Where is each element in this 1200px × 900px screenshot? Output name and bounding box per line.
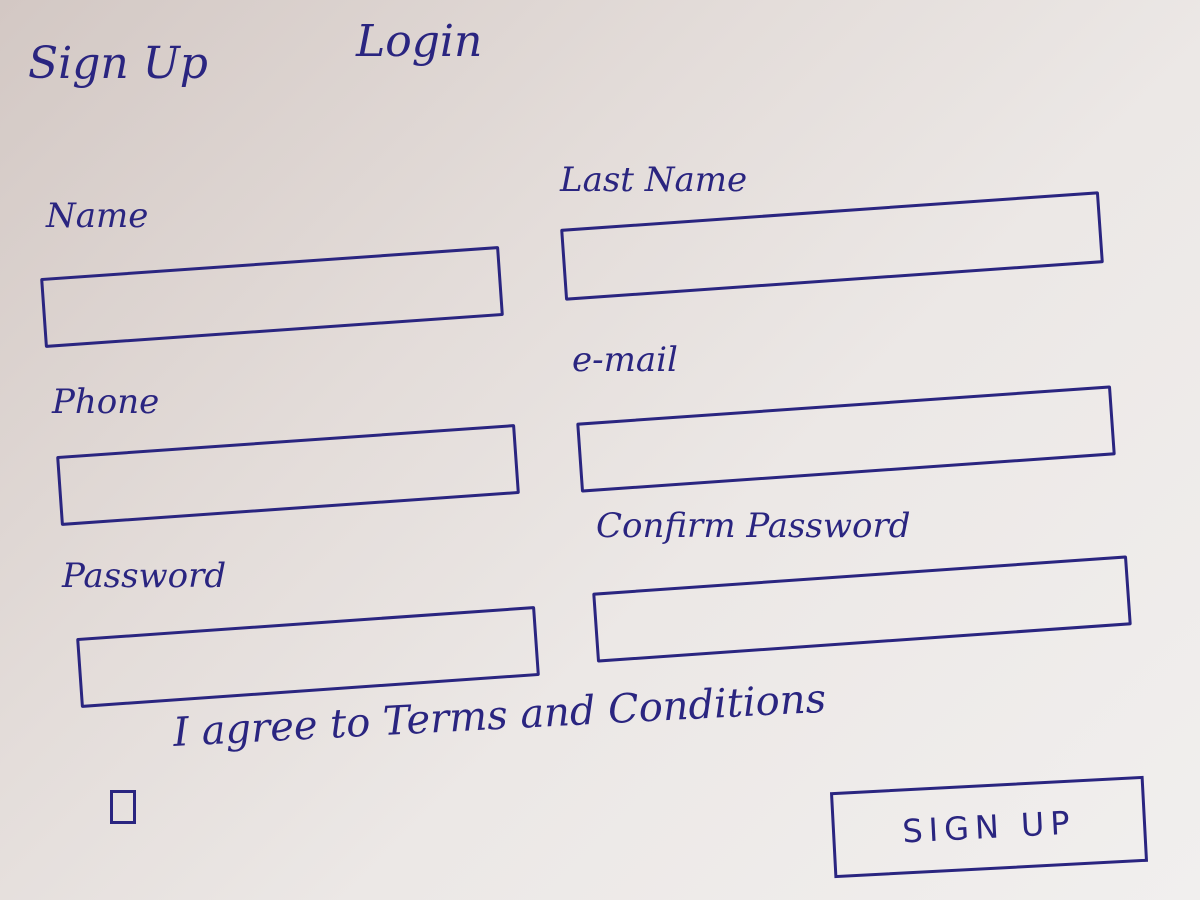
phone-field[interactable] [56, 424, 520, 526]
email-field[interactable] [576, 385, 1116, 493]
password-label: Password [62, 556, 227, 596]
last-name-label: Last Name [560, 160, 748, 200]
phone-label: Phone [52, 382, 160, 422]
sign-up-button[interactable]: SIGN UP [829, 775, 1149, 879]
email-label: e-mail [572, 340, 678, 380]
name-label: Name [46, 196, 149, 236]
confirm-password-label: Confirm Password [596, 506, 911, 546]
password-field[interactable] [76, 606, 540, 708]
name-field[interactable] [40, 246, 504, 348]
last-name-field[interactable] [560, 191, 1104, 301]
tab-signup[interactable]: Sign Up [28, 38, 208, 89]
sketch-paper: Sign Up Login Name Last Name Phone e-mai… [0, 0, 1200, 900]
tab-login[interactable]: Login [356, 16, 482, 67]
confirm-password-field[interactable] [592, 555, 1132, 663]
terms-checkbox[interactable] [110, 790, 136, 824]
